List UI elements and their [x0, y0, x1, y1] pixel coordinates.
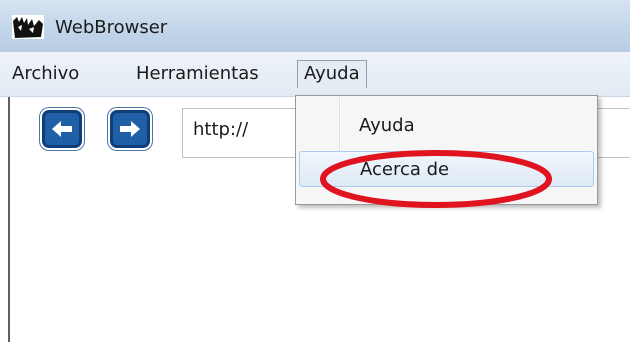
back-button[interactable]	[42, 110, 82, 148]
arrow-left-icon	[52, 121, 72, 137]
menu-herramientas[interactable]: Herramientas	[130, 60, 265, 88]
ayuda-dropdown-menu: Ayuda Acerca de	[295, 95, 598, 205]
forward-button[interactable]	[110, 110, 150, 148]
title-bar: WebBrowser	[0, 0, 630, 52]
menu-item-ayuda-label: Ayuda	[359, 115, 415, 136]
window-left-edge	[8, 97, 10, 342]
menu-ayuda[interactable]: Ayuda	[297, 60, 367, 88]
menu-item-ayuda[interactable]: Ayuda	[299, 108, 594, 144]
menu-item-acerca-de[interactable]: Acerca de	[299, 151, 594, 187]
app-logo-icon	[12, 15, 44, 39]
menu-item-acerca-de-label: Acerca de	[360, 159, 450, 180]
browser-window: WebBrowser Archivo Herramientas Ayuda ht…	[0, 0, 630, 342]
menu-bar: Archivo Herramientas Ayuda	[0, 52, 630, 97]
menu-archivo[interactable]: Archivo	[6, 60, 85, 88]
window-title: WebBrowser	[55, 17, 168, 38]
arrow-right-icon	[120, 121, 140, 137]
